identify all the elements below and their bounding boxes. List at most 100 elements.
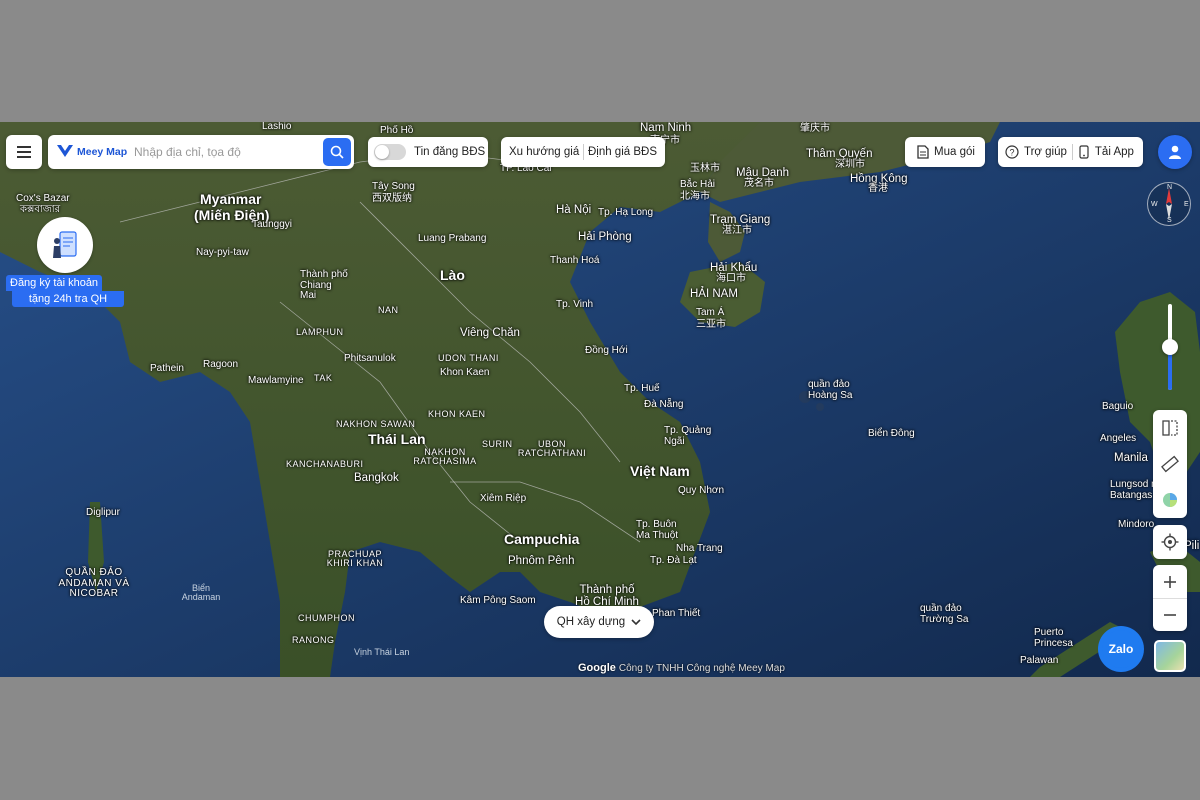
signup-promo[interactable]: Đăng ký tài khoản tặng 24h tra QH [6, 217, 124, 307]
map-label-kam-pong-sao: Kâm Pông Saom [460, 595, 536, 606]
map-label-da-nang: Đà Nẵng [644, 399, 684, 410]
compass-east: E [1184, 201, 1189, 208]
map-label-bangkok: Bangkok [354, 472, 399, 484]
map-label-lao: Lào [440, 267, 465, 283]
map-label-hoang-sa: quần đảo Hoàng Sa [808, 379, 853, 401]
map-label-bac-hai: Bắc Hải [680, 179, 716, 190]
map-label-phan-thiet: Phan Thiết [652, 608, 701, 619]
meey-map-logo[interactable]: Meey Map [56, 144, 132, 160]
valuation-button[interactable]: Định giá BĐS [588, 146, 657, 158]
map-label-tp-quang-ngai: Tp. Quảng Ngãi [664, 425, 712, 447]
planning-dropdown[interactable]: QH xây dựng [544, 606, 654, 638]
map-label-coxs-bazar-local: কক্সবাজার [20, 204, 61, 215]
map-label-udon-thani: UDON THANI [438, 353, 499, 363]
chevron-down-icon [631, 618, 641, 625]
meey-logo-icon [57, 145, 73, 157]
map-label-hcm-city: Thành phố Hồ Chí Minh [575, 584, 639, 609]
map-label-chumphon: CHUMPHON [298, 613, 355, 623]
map-label-quy-nhon: Quy Nhơn [678, 485, 725, 496]
map-label-hai-khau-zh: 海口市 [716, 273, 746, 284]
toggle-knob [375, 145, 389, 159]
map-label-tp-vinh: Tp. Vinh [556, 299, 594, 310]
map-label-zhaoqing: 肇庆市 [800, 123, 830, 134]
menu-button[interactable] [6, 135, 42, 169]
map-app[interactable]: Lashio Phố Hồ Nam Ninh 南宁市 肇庆市 TP. Lào C… [0, 122, 1200, 677]
download-app-button[interactable]: Tải App [1095, 146, 1134, 158]
map-label-chiang-mai: Thành phố Chiang Mai [300, 269, 348, 301]
divider [1071, 144, 1073, 160]
my-location-button[interactable] [1153, 525, 1187, 559]
compass[interactable]: N S E W [1147, 182, 1191, 226]
zoom-slider-handle[interactable] [1162, 339, 1178, 355]
map-label-prachuap: PRACHUAP KHIRI KHAN [326, 549, 384, 569]
map-attribution: Google Công ty TNHH Công nghệ Meey Map [578, 662, 785, 674]
map-label-ha-long: Tp. Hạ Long [598, 207, 654, 218]
map-label-buon-ma-thuot: Tp. Buôn Ma Thuột [636, 519, 679, 541]
ruler-icon [1161, 455, 1179, 473]
map-label-hong-kong-zh: 香港 [868, 183, 888, 194]
map-label-bien-andaman: Biển Andaman [181, 583, 221, 603]
toggle-switch[interactable] [374, 144, 406, 160]
search-input[interactable] [134, 145, 318, 159]
buy-package-button[interactable]: Mua gói [905, 137, 985, 167]
map-label-tram-giang-zh: 湛江市 [722, 225, 752, 236]
minus-icon [1164, 614, 1176, 616]
compare-icon [1162, 420, 1178, 436]
map-label-phnom-penh: Phnôm Pênh [508, 555, 575, 567]
help-app-group: ? Trợ giúp Tải App [998, 137, 1143, 167]
map-label-xiem-riep: Xiêm Riệp [480, 493, 527, 504]
help-button[interactable]: Trợ giúp [1024, 146, 1067, 158]
map-label-rangoon: Ragoon [203, 359, 239, 370]
map-label-ranong: RANONG [292, 635, 335, 645]
price-tools-group: Xu hướng giá Định giá BĐS [501, 137, 665, 167]
map-label-campuchia: Campuchia [504, 531, 580, 547]
map-label-luang-prabang: Luang Prabang [418, 233, 487, 244]
map-label-vieng-chan: Viêng Chăn [460, 327, 520, 339]
map-label-lashio: Lashio [262, 122, 292, 132]
zoom-controls [1153, 565, 1187, 631]
map-label-phitsanulok: Phitsanulok [344, 353, 396, 364]
map-label-thai-lan: Thái Lan [368, 431, 426, 447]
zoom-in-button[interactable] [1153, 565, 1187, 598]
search-icon [330, 145, 344, 159]
map-label-tay-song-zh: 西双版纳 [372, 193, 412, 204]
map-label-phong-tho: Phố Hồ [380, 125, 414, 136]
map-label-andaman-islands: QUẦN ĐẢO ANDAMAN VÀ NICOBAR [58, 567, 130, 599]
document-icon [917, 145, 929, 159]
price-trend-button[interactable]: Xu hướng giá [509, 146, 579, 158]
map-label-taunggyi: Taunggyi [252, 219, 293, 230]
map-label-mawlamyine: Mawlamyine [248, 375, 304, 386]
map-label-viet-nam: Việt Nam [630, 463, 690, 479]
zoom-slider[interactable] [1162, 304, 1178, 390]
map-label-bien-dong: Biển Đông [868, 428, 915, 439]
map-label-truong-sa: quần đảo Trường Sa [920, 603, 969, 625]
map-label-palawan: Palawan [1020, 655, 1059, 666]
map-label-ha-noi: Hà Nội [556, 204, 592, 216]
measure-tool-button[interactable] [1153, 446, 1187, 482]
map-label-surin: SURIN [482, 439, 513, 449]
hamburger-icon [17, 146, 31, 158]
map-label-baguio: Baguio [1102, 401, 1134, 412]
logo-text: Meey Map [77, 146, 128, 158]
map-label-yulin: 玉林市 [690, 163, 720, 174]
map-label-khon-kaen: KHON KAEN [428, 409, 486, 419]
user-account-button[interactable] [1158, 135, 1192, 169]
search-button[interactable] [323, 138, 351, 166]
compass-south: S [1167, 217, 1172, 224]
map-label-lamphun: LAMPHUN [296, 327, 344, 337]
compare-tool-button[interactable] [1153, 410, 1187, 446]
promo-text-line1: Đăng ký tài khoản [6, 275, 103, 291]
map-label-dong-hoi: Đồng Hới [585, 345, 628, 356]
map-label-diglipur: Diglipur [86, 507, 120, 518]
map-label-nay-pyi-taw: Nay-pyi-taw [196, 247, 249, 258]
crosshair-icon [1161, 533, 1179, 551]
zoom-out-button[interactable] [1153, 598, 1187, 631]
listing-toggle[interactable]: Tin đăng BĐS [368, 137, 488, 167]
planning-layer-button[interactable] [1153, 482, 1187, 518]
zalo-chat-button[interactable]: Zalo [1098, 626, 1144, 672]
map-layer-switcher[interactable] [1154, 640, 1186, 672]
help-icon: ? [1005, 145, 1019, 159]
map-label-tam-a: Tam Á [696, 307, 725, 318]
map-label-coxs-bazar: Cox's Bazar [16, 193, 70, 204]
map-label-kanchanaburi: KANCHANABURI [286, 459, 364, 469]
